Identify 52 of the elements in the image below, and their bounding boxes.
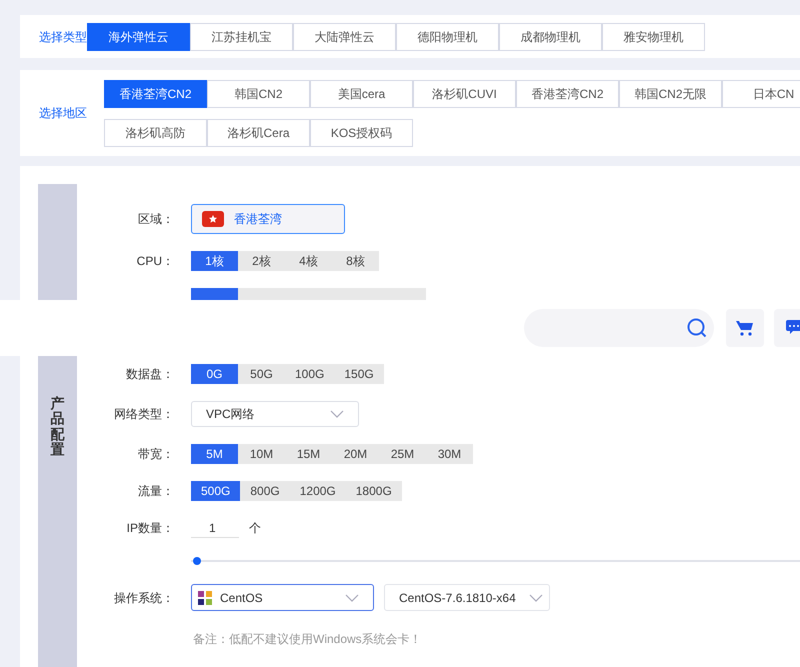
option-tab[interactable]: 洛杉矶Cera xyxy=(207,118,310,146)
field-label: 带宽： xyxy=(137,446,175,463)
option-tab[interactable]: 美国cera xyxy=(310,80,413,108)
pinwheel-icon xyxy=(196,588,214,606)
field-label: 区域： xyxy=(137,211,175,228)
field-label: IP数量： xyxy=(126,520,175,537)
option-tab[interactable]: 成都物理机 xyxy=(499,22,602,50)
chevron-icon xyxy=(330,410,344,418)
option-tab[interactable]: 韩国CN2无限 xyxy=(619,80,722,108)
option-tab[interactable]: KOS授权码 xyxy=(310,118,413,146)
option-tab[interactable]: 洛杉矶高防 xyxy=(104,118,207,146)
option-tab[interactable]: 大陆弹性云 xyxy=(293,22,396,50)
option-button[interactable]: 1核 xyxy=(191,251,238,271)
note-text: 备注：低配不建议使用Windows系统会卡！ xyxy=(193,631,423,648)
section-label: 选择类型 xyxy=(38,28,87,46)
os-select[interactable]: CentOS xyxy=(191,584,374,611)
field-label: 操作系统： xyxy=(113,590,175,606)
search-field[interactable] xyxy=(524,309,714,347)
option-tab[interactable]: 洛杉矶CUVI xyxy=(413,80,516,108)
option-button[interactable] xyxy=(238,288,285,300)
option-tab[interactable]: 日本CN xyxy=(722,80,800,108)
section-label: 选择地区 xyxy=(38,105,88,122)
region-field[interactable]: 香港荃湾 xyxy=(191,204,345,234)
option-tab[interactable]: 韩国CN2 xyxy=(207,80,310,108)
option-button[interactable]: 500G xyxy=(191,481,240,501)
slider-thumb[interactable] xyxy=(193,557,201,565)
option-button[interactable]: 0G xyxy=(191,364,238,384)
option-button[interactable] xyxy=(191,288,238,300)
field-label: CPU： xyxy=(136,253,175,270)
field-label: 数据盘： xyxy=(125,366,175,383)
chevron-icon xyxy=(345,594,359,602)
chat-button[interactable] xyxy=(774,309,800,347)
section-title: 产品配置 xyxy=(50,396,64,460)
option-tab[interactable]: 江苏挂机宝 xyxy=(190,22,293,50)
network-select[interactable]: VPC网络 xyxy=(191,401,359,427)
quantity-input[interactable]: 1 xyxy=(191,518,239,538)
cart-icon xyxy=(736,320,754,336)
version-select[interactable]: CentOS-7.6.1810-x64 xyxy=(384,584,550,611)
option-tab[interactable]: 香港荃湾CN2 xyxy=(516,80,619,108)
chat-icon xyxy=(786,320,800,336)
flag-icon xyxy=(202,211,224,227)
option-tab[interactable]: 海外弹性云 xyxy=(87,22,190,50)
field-label: 流量： xyxy=(137,483,175,500)
option-tab[interactable]: 香港荃湾CN2 xyxy=(104,80,207,108)
cart-button[interactable] xyxy=(726,309,764,347)
option-button[interactable]: 5M xyxy=(191,444,238,464)
option-tab[interactable]: 德阳物理机 xyxy=(396,22,499,50)
option-tab[interactable]: 雅安物理机 xyxy=(602,22,705,50)
unit-label: 个 xyxy=(249,520,261,537)
search-icon xyxy=(686,317,708,339)
field-label: 网络类型： xyxy=(113,406,175,423)
chevron-icon xyxy=(529,594,543,602)
